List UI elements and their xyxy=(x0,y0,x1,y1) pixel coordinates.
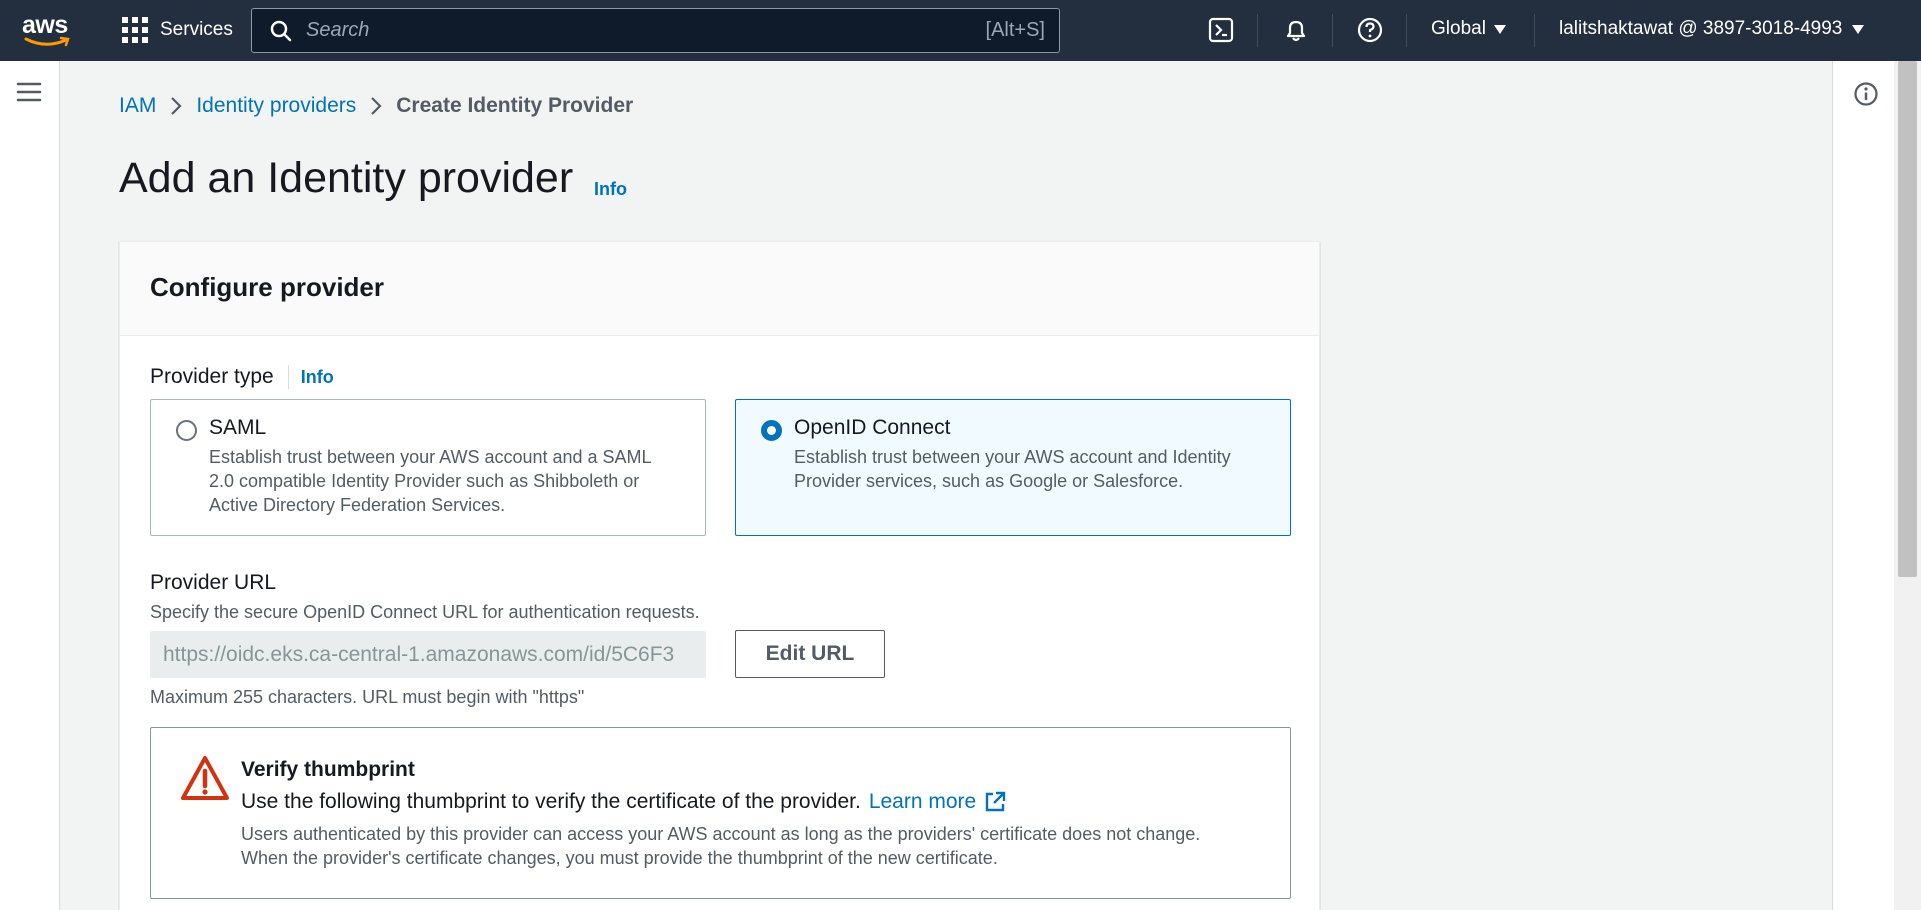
provider-url-hint: Maximum 255 characters. URL must begin w… xyxy=(150,687,585,707)
aws-logo[interactable]: aws xyxy=(22,12,78,48)
label-divider xyxy=(287,365,289,389)
saml-radio[interactable] xyxy=(176,420,197,441)
right-help-rail xyxy=(1832,61,1894,910)
nav-divider xyxy=(1332,14,1333,47)
alert-body: Use the following thumbprint to verify t… xyxy=(241,790,1006,814)
warning-icon xyxy=(181,756,229,800)
provider-type-label: Provider type xyxy=(150,365,274,388)
page-scrollbar[interactable] xyxy=(1894,61,1921,910)
services-menu-button[interactable]: Services xyxy=(122,16,233,44)
caret-down-icon xyxy=(1493,24,1506,34)
openid-connect-radio[interactable] xyxy=(761,420,782,441)
nav-divider xyxy=(1406,14,1407,47)
openid-connect-option-tile[interactable]: OpenID Connect Establish trust between y… xyxy=(735,399,1291,536)
breadcrumb-current: Create Identity Provider xyxy=(396,94,634,117)
edit-url-button[interactable]: Edit URL xyxy=(735,630,885,678)
panel-header: Configure provider xyxy=(120,242,1319,336)
learn-more-link[interactable]: Learn more xyxy=(869,790,976,814)
breadcrumb: IAM Identity providers Create Identity P… xyxy=(119,94,633,118)
account-label: lalitshaktawat @ 3897-3018-4993 xyxy=(1559,18,1843,39)
panel-heading: Configure provider xyxy=(150,272,385,302)
saml-option-tile[interactable]: SAML Establish trust between your AWS ac… xyxy=(150,399,706,536)
alert-note: Users authenticated by this provider can… xyxy=(241,824,1201,868)
alert-title: Verify thumbprint xyxy=(241,758,415,781)
hamburger-menu-icon[interactable] xyxy=(16,81,42,103)
breadcrumb-identity-providers-link[interactable]: Identity providers xyxy=(196,94,356,118)
provider-url-description: Specify the secure OpenID Connect URL fo… xyxy=(150,602,700,622)
help-icon xyxy=(1357,17,1383,43)
info-panel-icon[interactable] xyxy=(1853,81,1879,107)
left-side-rail xyxy=(0,61,60,910)
notifications-button[interactable] xyxy=(1282,16,1310,44)
cloudshell-icon xyxy=(1208,17,1234,43)
cloudshell-button[interactable] xyxy=(1207,16,1235,44)
page-info-link[interactable]: Info xyxy=(594,179,627,200)
chevron-right-icon xyxy=(371,97,382,115)
region-label: Global xyxy=(1431,18,1486,39)
caret-down-icon xyxy=(1852,24,1865,34)
breadcrumb-iam-link[interactable]: IAM xyxy=(119,94,156,118)
verify-thumbprint-alert: Verify thumbprint Use the following thum… xyxy=(150,727,1291,899)
scrollbar-thumb[interactable] xyxy=(1898,61,1917,577)
saml-option-title: SAML xyxy=(209,416,267,439)
external-link-icon[interactable] xyxy=(984,791,1006,813)
openid-connect-option-description: Establish trust between your AWS account… xyxy=(794,447,1231,491)
provider-url-input[interactable] xyxy=(150,631,706,678)
openid-connect-option-title: OpenID Connect xyxy=(794,416,951,439)
search-icon xyxy=(270,20,292,41)
provider-type-info-link[interactable]: Info xyxy=(301,367,334,388)
top-navigation-bar: aws Services [Alt+S] xyxy=(0,0,1921,61)
chevron-right-icon xyxy=(171,97,182,115)
provider-url-label: Provider URL xyxy=(150,571,277,594)
account-menu[interactable]: lalitshaktawat @ 3897-3018-4993 xyxy=(1559,18,1865,40)
aws-smile-icon xyxy=(24,36,70,47)
search-shortcut-hint: [Alt+S] xyxy=(985,19,1045,41)
app-grid-icon xyxy=(122,17,148,43)
region-selector[interactable]: Global xyxy=(1431,18,1506,40)
services-label: Services xyxy=(160,19,233,40)
provider-type-label-row: Provider type Info xyxy=(150,365,334,389)
saml-option-description: Establish trust between your AWS account… xyxy=(209,447,651,515)
page-title: Add an Identity provider xyxy=(119,154,574,202)
bell-icon xyxy=(1286,20,1306,42)
search-input[interactable] xyxy=(306,19,986,42)
nav-divider xyxy=(1257,14,1258,47)
configure-provider-panel: Configure provider Provider type Info SA… xyxy=(119,241,1320,910)
search-bar[interactable]: [Alt+S] xyxy=(251,8,1060,53)
alert-body-text: Use the following thumbprint to verify t… xyxy=(241,790,861,813)
aws-logo-text: aws xyxy=(22,11,68,39)
help-button[interactable] xyxy=(1356,16,1384,44)
nav-divider xyxy=(1534,14,1535,47)
